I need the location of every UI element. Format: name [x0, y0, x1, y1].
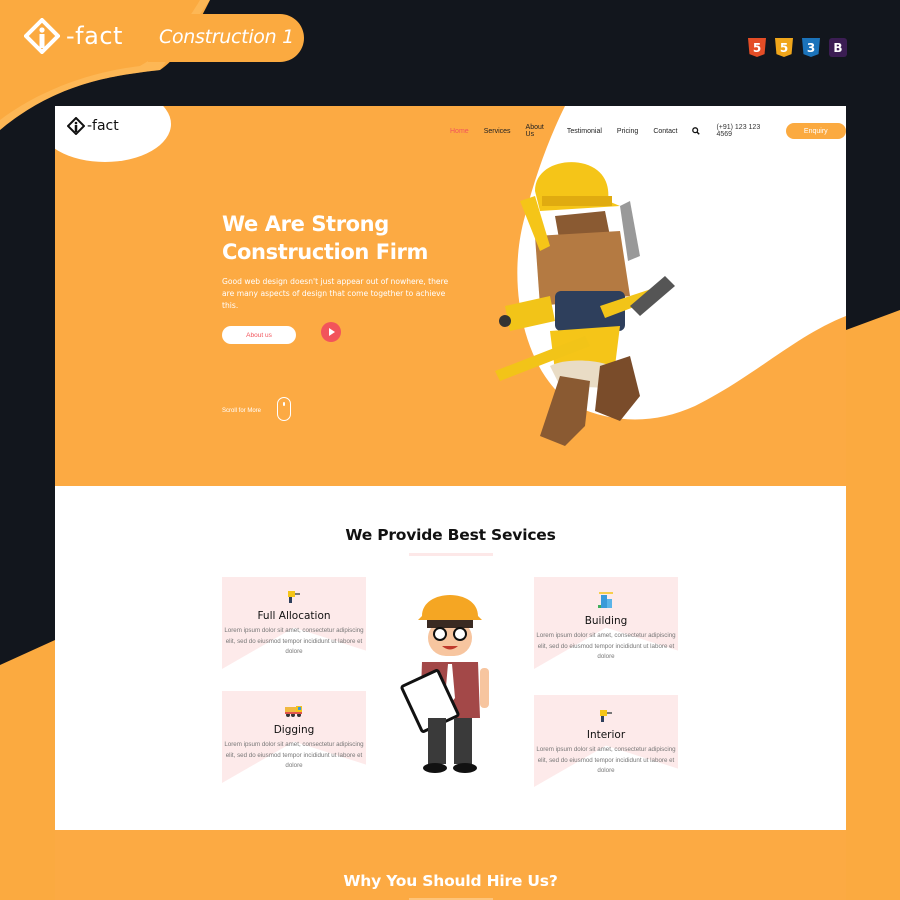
hero-section: -fact Home Services About Us Testimonial…	[55, 106, 846, 486]
html5-icon: 5	[748, 38, 766, 57]
nav-testimonial[interactable]: Testimonial	[567, 128, 602, 135]
bootstrap-icon: B	[829, 38, 847, 57]
service-description: Lorem ipsum dolor sit amet, consectetur …	[224, 741, 364, 769]
ifact-logo-icon	[24, 18, 60, 54]
service-description: Lorem ipsum dolor sit amet, consectetur …	[536, 746, 676, 774]
service-card-building[interactable]: Building Lorem ipsum dolor sit amet, con…	[534, 591, 678, 663]
service-card-interior[interactable]: Interior Lorem ipsum dolor sit amet, con…	[534, 709, 678, 777]
services-section: We Provide Best Sevices Full Allocation …	[55, 486, 846, 830]
promo-logo: -fact	[24, 18, 123, 54]
ifact-logo-icon	[67, 117, 85, 135]
nav-home[interactable]: Home	[450, 128, 469, 135]
mouse-scroll-icon[interactable]	[277, 397, 291, 421]
service-description: Lorem ipsum dolor sit amet, consectetur …	[224, 627, 364, 655]
construction-tools-image	[495, 162, 675, 446]
scroll-for-more-label: Scroll for More	[222, 408, 262, 414]
why-hire-us-section: Why You Should Hire Us?	[55, 830, 846, 900]
main-nav: Home Services About Us Testimonial Prici…	[450, 123, 846, 139]
tech-badges: 5 5 3 B	[748, 38, 847, 57]
building-icon	[598, 592, 613, 608]
service-card-digging[interactable]: Digging Lorem ipsum dolor sit amet, cons…	[222, 704, 366, 772]
services-heading: We Provide Best Sevices	[345, 526, 556, 544]
hero-title: We Are Strong Construction Firm	[222, 212, 428, 264]
why-hire-us-heading: Why You Should Hire Us?	[343, 872, 558, 890]
about-us-button[interactable]: About us	[222, 326, 296, 344]
nav-pricing[interactable]: Pricing	[617, 128, 638, 135]
heading-underline	[409, 553, 493, 556]
service-description: Lorem ipsum dolor sit amet, consectetur …	[536, 632, 676, 660]
service-card-full-allocation[interactable]: Full Allocation Lorem ipsum dolor sit am…	[222, 590, 366, 658]
website-mockup: -fact Home Services About Us Testimonial…	[55, 106, 846, 900]
service-title: Interior	[586, 729, 626, 741]
drill-icon	[288, 591, 300, 603]
play-icon	[329, 328, 335, 336]
nav-services[interactable]: Services	[484, 128, 511, 135]
service-title: Building	[584, 615, 628, 627]
site-brand: -fact	[87, 118, 119, 134]
css3-icon: 3	[802, 38, 820, 57]
worker-illustration	[400, 595, 489, 773]
service-title: Digging	[273, 724, 315, 736]
play-video-button[interactable]	[321, 322, 341, 342]
promo-brand: -fact	[66, 22, 123, 50]
js-icon: 5	[775, 38, 793, 57]
search-icon[interactable]	[692, 127, 701, 135]
service-title: Full Allocation	[257, 610, 331, 622]
enquiry-button[interactable]: Enquiry	[785, 123, 846, 139]
hero-description: Good web design doesn't just appear out …	[222, 277, 449, 310]
promo-title: Construction 1	[159, 26, 294, 48]
phone-number: (+91) 123 123 4569	[716, 124, 761, 138]
nav-about-us[interactable]: About Us	[526, 124, 552, 138]
site-logo[interactable]: -fact	[67, 117, 119, 135]
truck-icon	[285, 706, 302, 717]
nav-contact[interactable]: Contact	[653, 128, 677, 135]
drill-icon	[600, 710, 612, 722]
